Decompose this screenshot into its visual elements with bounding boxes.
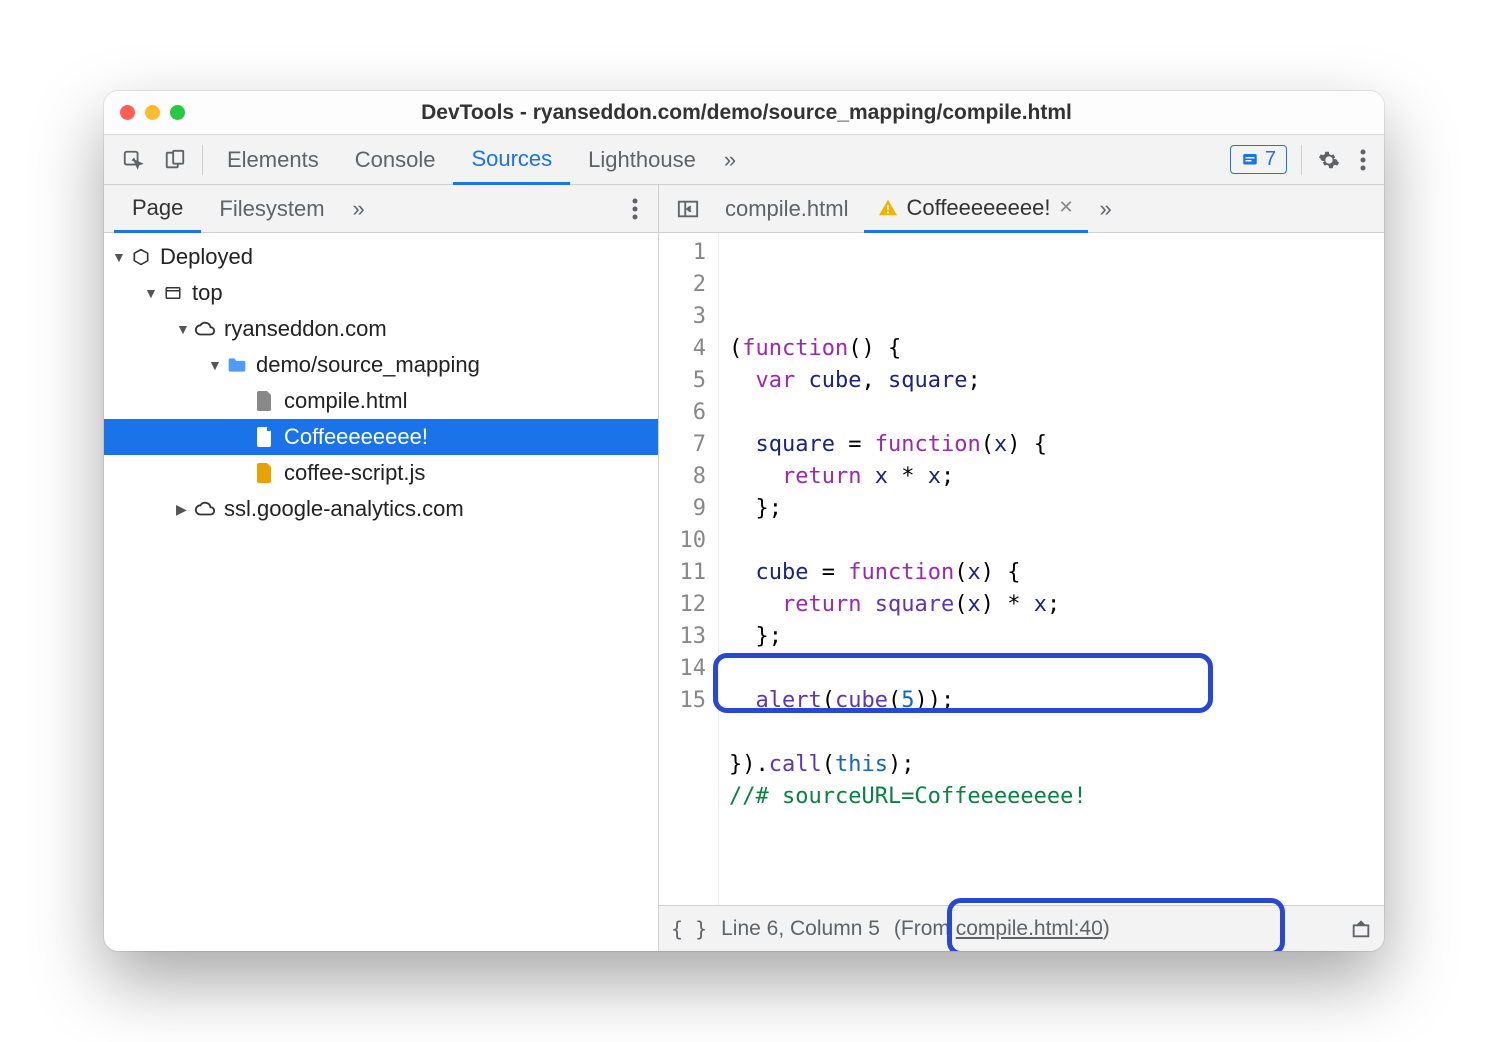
tree-label: demo/source_mapping — [256, 352, 480, 378]
pretty-print-button[interactable]: { } — [671, 917, 707, 941]
file-icon — [254, 390, 276, 412]
file-tree: ▼ Deployed ▼ top ▼ — [104, 233, 658, 951]
editor-tab-coffee[interactable]: Coffeeeeeeee! ✕ — [864, 185, 1087, 233]
tab-console[interactable]: Console — [337, 135, 454, 185]
more-tabs-icon[interactable]: » — [714, 141, 746, 179]
warning-icon — [878, 199, 898, 217]
window-title: DevTools - ryanseddon.com/demo/source_ma… — [125, 101, 1368, 125]
tree-label: coffee-script.js — [284, 460, 425, 486]
issues-count: 7 — [1265, 148, 1276, 171]
line-gutter: 123456789101112131415 — [659, 233, 719, 905]
device-toolbar-icon[interactable] — [154, 143, 196, 177]
code-content[interactable]: (function() { var cube, square; square =… — [719, 233, 1384, 905]
toggle-navigator-icon[interactable] — [667, 193, 709, 225]
cloud-icon — [194, 498, 216, 520]
tree-analytics[interactable]: ▶ ssl.google-analytics.com — [104, 491, 658, 527]
tree-label: Deployed — [160, 244, 253, 270]
source-origin: (From compile.html:40) — [894, 917, 1110, 941]
folder-icon — [226, 354, 248, 376]
tree-label: top — [192, 280, 223, 306]
tree-label: ryanseddon.com — [224, 316, 387, 342]
file-icon — [254, 426, 276, 448]
cloud-icon — [194, 318, 216, 340]
tree-file-coffeescript[interactable]: coffee-script.js — [104, 455, 658, 491]
editor-tab-label: Coffeeeeeeee! — [906, 195, 1050, 221]
js-file-icon — [254, 462, 276, 484]
editor-pane: compile.html Coffeeeeeeee! ✕ » 123456789… — [659, 185, 1384, 951]
devtools-window: DevTools - ryanseddon.com/demo/source_ma… — [104, 91, 1384, 951]
tab-elements[interactable]: Elements — [209, 135, 337, 185]
kebab-menu-icon[interactable] — [1350, 143, 1376, 177]
statusbar: { } Line 6, Column 5 (From compile.html:… — [659, 905, 1384, 951]
tree-top[interactable]: ▼ top — [104, 275, 658, 311]
tab-sources[interactable]: Sources — [453, 135, 570, 185]
tree-label: Coffeeeeeeee! — [284, 424, 428, 450]
tree-domain[interactable]: ▼ ryanseddon.com — [104, 311, 658, 347]
cube-icon — [130, 246, 152, 268]
navigator-tab-filesystem[interactable]: Filesystem — [201, 185, 342, 233]
coverage-toggle-icon[interactable] — [1350, 918, 1372, 940]
frame-icon — [162, 282, 184, 304]
code-editor[interactable]: 123456789101112131415 (function() { var … — [659, 233, 1384, 905]
tree-label: ssl.google-analytics.com — [224, 496, 464, 522]
settings-gear-icon[interactable] — [1308, 143, 1350, 177]
main-toolbar: Elements Console Sources Lighthouse » 7 — [104, 135, 1384, 185]
editor-more-tabs-icon[interactable]: » — [1090, 190, 1122, 228]
main-area: Page Filesystem » ▼ Deployed ▼ — [104, 185, 1384, 951]
editor-tabs: compile.html Coffeeeeeeee! ✕ » — [659, 185, 1384, 233]
navigator-more-tabs-icon[interactable]: » — [343, 190, 375, 228]
inspect-element-icon[interactable] — [112, 143, 154, 177]
tab-lighthouse[interactable]: Lighthouse — [570, 135, 714, 185]
issues-badge[interactable]: 7 — [1230, 145, 1287, 174]
cursor-position: Line 6, Column 5 — [721, 917, 880, 941]
titlebar: DevTools - ryanseddon.com/demo/source_ma… — [104, 91, 1384, 135]
tree-folder[interactable]: ▼ demo/source_mapping — [104, 347, 658, 383]
tree-deployed[interactable]: ▼ Deployed — [104, 239, 658, 275]
navigator-tabs: Page Filesystem » — [104, 185, 658, 233]
tree-label: compile.html — [284, 388, 407, 414]
close-tab-icon[interactable]: ✕ — [1058, 197, 1073, 218]
tree-file-compile[interactable]: compile.html — [104, 383, 658, 419]
navigator-menu-icon[interactable] — [622, 192, 648, 226]
navigator-sidebar: Page Filesystem » ▼ Deployed ▼ — [104, 185, 659, 951]
editor-tab-label: compile.html — [725, 196, 848, 222]
editor-tab-compile[interactable]: compile.html — [711, 185, 862, 233]
navigator-tab-page[interactable]: Page — [114, 185, 201, 233]
source-origin-link[interactable]: compile.html:40 — [956, 917, 1103, 940]
tree-file-coffee[interactable]: Coffeeeeeeee! — [104, 419, 658, 455]
